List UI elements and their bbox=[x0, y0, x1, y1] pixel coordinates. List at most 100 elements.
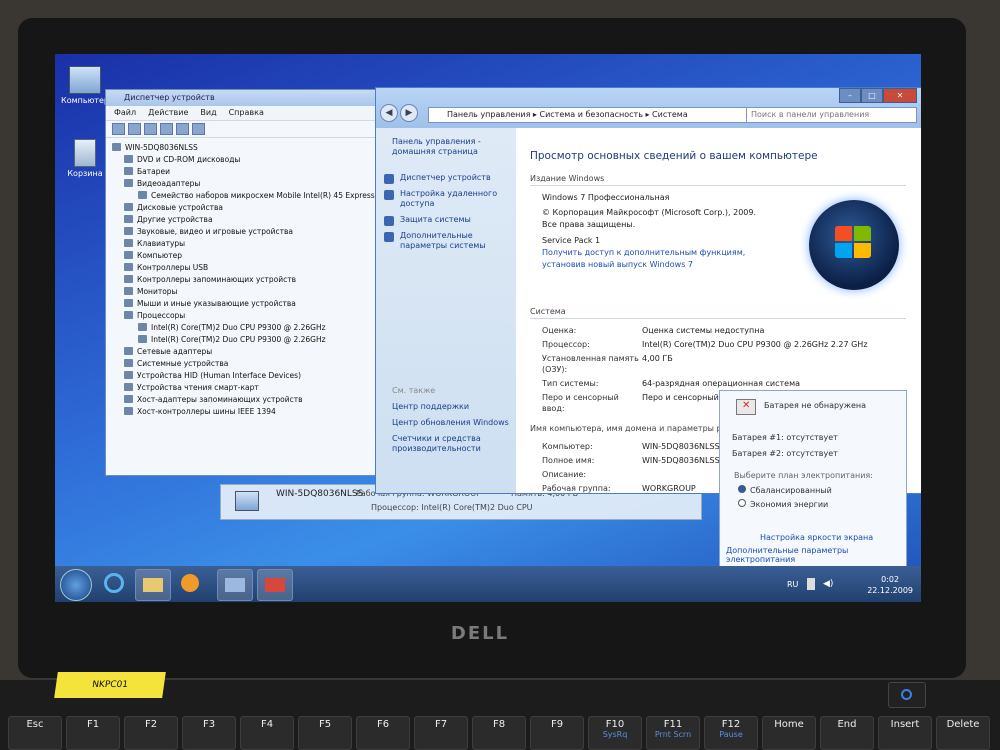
key-home[interactable]: Home bbox=[762, 716, 816, 750]
key-f12[interactable]: F12 Pause bbox=[704, 716, 758, 750]
tree-item[interactable]: Видеоадаптеры bbox=[112, 178, 375, 190]
copyright-text: © Корпорация Майкрософт (Microsoft Corp.… bbox=[542, 208, 757, 229]
desktop-icon-label: Корзина bbox=[67, 169, 103, 178]
upgrade-link[interactable]: Получить доступ к дополнительным функция… bbox=[542, 247, 772, 271]
key-f6[interactable]: F6 bbox=[356, 716, 410, 750]
tree-item[interactable]: Батареи bbox=[112, 166, 375, 178]
link-action-center[interactable]: Центр поддержки bbox=[376, 399, 516, 415]
tree-item[interactable]: Процессоры bbox=[112, 310, 375, 322]
rating-link[interactable]: Оценка системы недоступна bbox=[642, 325, 764, 336]
language-indicator[interactable]: RU bbox=[787, 580, 798, 589]
power-button[interactable] bbox=[888, 682, 926, 708]
back-icon[interactable]: ◀ bbox=[380, 104, 398, 122]
hid-icon bbox=[124, 371, 133, 379]
desktop-icon-label: Компьютер bbox=[61, 96, 109, 105]
desktop-screen: Компьютер Корзина Диспетчер устройств Фа… bbox=[55, 54, 921, 602]
key-f1[interactable]: F1 bbox=[66, 716, 120, 750]
key-f7[interactable]: F7 bbox=[414, 716, 468, 750]
device-manager-window[interactable]: Диспетчер устройств Файл Действие Вид Сп… bbox=[105, 89, 382, 476]
forward-icon[interactable] bbox=[128, 123, 141, 135]
tree-item[interactable]: Семейство наборов микросхем Mobile Intel… bbox=[112, 190, 375, 202]
info-row: Установленная память (ОЗУ): 4,00 ГБ bbox=[542, 354, 673, 374]
tree-item[interactable]: Другие устройства bbox=[112, 214, 375, 226]
key-delete[interactable]: Delete bbox=[936, 716, 990, 750]
key-f4[interactable]: F4 bbox=[240, 716, 294, 750]
link-performance[interactable]: Счетчики и средства производительности bbox=[376, 431, 516, 457]
power-options-link[interactable]: Дополнительные параметры электропитания bbox=[726, 546, 906, 564]
plan-balanced-radio[interactable]: Сбалансированный bbox=[738, 485, 832, 495]
key-end[interactable]: End bbox=[820, 716, 874, 750]
breadcrumb-system[interactable]: Система bbox=[652, 110, 688, 119]
tree-item[interactable]: Мониторы bbox=[112, 286, 375, 298]
info-row: Оценка: Оценка системы недоступна bbox=[542, 325, 765, 336]
menu-help[interactable]: Справка bbox=[229, 106, 264, 120]
volume-icon[interactable]: ◀) bbox=[823, 579, 833, 589]
key-f11[interactable]: F11 Prnt Scrn bbox=[646, 716, 700, 750]
tree-item[interactable]: Intel(R) Core(TM)2 Duo CPU P9300 @ 2.26G… bbox=[112, 334, 375, 346]
search-input[interactable]: Поиск в панели управления bbox=[746, 107, 917, 123]
key-f10[interactable]: F10 SysRq bbox=[588, 716, 642, 750]
tree-item[interactable]: Контроллеры запоминающих устройств bbox=[112, 274, 375, 286]
explorer-icon[interactable] bbox=[135, 569, 171, 601]
control-panel-task-icon[interactable] bbox=[257, 569, 293, 601]
breadcrumb-control-panel[interactable]: Панель управления bbox=[447, 110, 530, 119]
tree-item[interactable]: Устройства HID (Human Interface Devices) bbox=[112, 370, 375, 382]
minimize-icon[interactable]: – bbox=[839, 88, 861, 103]
brightness-link[interactable]: Настройка яркости экрана bbox=[760, 533, 873, 542]
key-f8[interactable]: F8 bbox=[472, 716, 526, 750]
internet-explorer-icon[interactable] bbox=[97, 569, 131, 599]
tree-item[interactable]: Дисковые устройства bbox=[112, 202, 375, 214]
tree-item[interactable]: Контроллеры USB bbox=[112, 262, 375, 274]
link-system-protection[interactable]: Защита системы bbox=[376, 212, 516, 228]
forward-icon[interactable]: ▶ bbox=[400, 104, 418, 122]
tree-item[interactable]: Звуковые, видео и игровые устройства bbox=[112, 226, 375, 238]
scan-hardware-icon[interactable] bbox=[192, 123, 205, 135]
back-icon[interactable] bbox=[112, 123, 125, 135]
maximize-icon[interactable]: □ bbox=[861, 88, 883, 103]
link-remote-settings[interactable]: Настройка удаленного доступа bbox=[376, 186, 516, 212]
battery-tray-icon[interactable] bbox=[807, 578, 815, 590]
properties-icon[interactable] bbox=[144, 123, 157, 135]
tree-item[interactable]: Intel(R) Core(TM)2 Duo CPU P9300 @ 2.26G… bbox=[112, 322, 375, 334]
link-windows-update[interactable]: Центр обновления Windows bbox=[376, 415, 516, 431]
menu-view[interactable]: Вид bbox=[200, 106, 216, 120]
tree-root[interactable]: WIN-5DQ8036NLSS bbox=[112, 142, 375, 154]
tree-item[interactable]: Хост-контроллеры шины IEEE 1394 bbox=[112, 406, 375, 418]
menu-action[interactable]: Действие bbox=[148, 106, 188, 120]
computer-icon bbox=[112, 143, 121, 151]
address-bar[interactable]: Панель управления ▸ Система и безопаснос… bbox=[428, 107, 748, 123]
refresh-icon[interactable] bbox=[176, 123, 189, 135]
key-f9[interactable]: F9 bbox=[530, 716, 584, 750]
link-advanced-settings[interactable]: Дополнительные параметры системы bbox=[376, 228, 516, 254]
battery-2-status: Батарея #2: отсутствует bbox=[732, 449, 838, 458]
tree-item[interactable]: DVD и CD-ROM дисководы bbox=[112, 154, 375, 166]
help-icon[interactable] bbox=[160, 123, 173, 135]
tree-item[interactable]: Устройства чтения смарт-карт bbox=[112, 382, 375, 394]
device-manager-task-icon[interactable] bbox=[217, 569, 253, 601]
keyboard-icon bbox=[124, 239, 133, 247]
processor-icon bbox=[138, 323, 147, 331]
link-control-panel-home[interactable]: Панель управления - домашняя страница bbox=[376, 134, 516, 160]
key-insert[interactable]: Insert bbox=[878, 716, 932, 750]
menu-file[interactable]: Файл bbox=[114, 106, 136, 120]
recycle-bin-icon bbox=[74, 139, 96, 167]
close-icon[interactable]: ✕ bbox=[883, 88, 917, 103]
tree-item[interactable]: Клавиатуры bbox=[112, 238, 375, 250]
clock-time: 0:02 bbox=[881, 575, 900, 584]
link-device-manager[interactable]: Диспетчер устройств bbox=[376, 170, 516, 186]
key-f5[interactable]: F5 bbox=[298, 716, 352, 750]
tree-item[interactable]: Компьютер bbox=[112, 250, 375, 262]
tree-item[interactable]: Сетевые адаптеры bbox=[112, 346, 375, 358]
tree-item[interactable]: Системные устройства bbox=[112, 358, 375, 370]
key-esc[interactable]: Esc bbox=[8, 716, 62, 750]
media-player-icon[interactable] bbox=[173, 569, 207, 599]
windows-logo-icon bbox=[809, 200, 899, 290]
clock[interactable]: 0:02 22.12.2009 bbox=[867, 574, 913, 596]
tree-item[interactable]: Хост-адаптеры запоминающих устройств bbox=[112, 394, 375, 406]
key-f3[interactable]: F3 bbox=[182, 716, 236, 750]
start-button[interactable] bbox=[60, 569, 92, 601]
tree-item[interactable]: Мыши и иные указывающие устройства bbox=[112, 298, 375, 310]
key-f2[interactable]: F2 bbox=[124, 716, 178, 750]
plan-power-saver-radio[interactable]: Экономия энергии bbox=[738, 499, 828, 509]
breadcrumb-system-security[interactable]: Система и безопасность bbox=[540, 110, 643, 119]
